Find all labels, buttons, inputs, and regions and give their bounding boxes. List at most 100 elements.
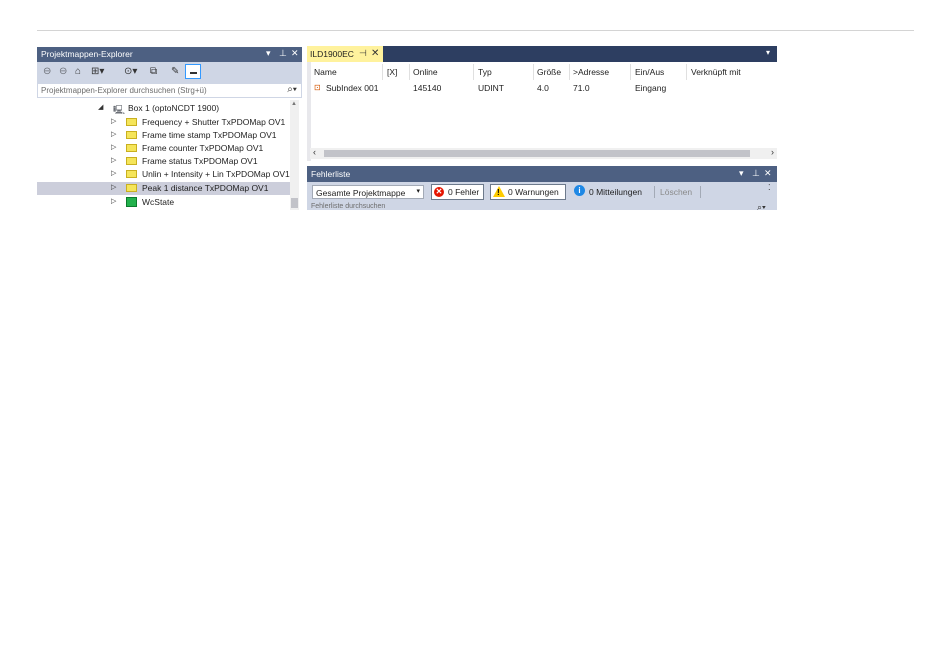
overflow-icon[interactable]: ⁚ bbox=[768, 183, 771, 192]
preview-bar bbox=[190, 72, 197, 74]
expand-arrow-icon[interactable]: ▷ bbox=[111, 169, 116, 177]
expand-arrow-icon[interactable]: ▷ bbox=[111, 197, 116, 205]
switch-views-icon[interactable]: ⊞▾ bbox=[91, 66, 104, 77]
scroll-right-icon[interactable]: › bbox=[771, 147, 774, 157]
close-icon[interactable]: ✕ bbox=[371, 48, 379, 59]
column-separator bbox=[382, 64, 383, 80]
table-cell-name[interactable]: SubIndex 001 bbox=[326, 83, 378, 93]
error-icon: ✕ bbox=[434, 187, 444, 197]
close-icon[interactable]: ✕ bbox=[764, 168, 772, 179]
tree-item-label: WcState bbox=[142, 197, 175, 207]
search-input[interactable]: Projektmappen-Explorer durchsuchen (Strg… bbox=[41, 86, 207, 95]
home-icon[interactable]: ⌂ bbox=[75, 66, 81, 77]
pin-icon[interactable]: ⊥ bbox=[279, 48, 287, 59]
tree-item-frequency-shutter[interactable]: ▷ Frequency + Shutter TxPDOMap OV1 bbox=[37, 116, 290, 129]
tree-item-frame-counter[interactable]: ▷ Frame counter TxPDOMap OV1 bbox=[37, 142, 290, 155]
tab-label: ILD1900EC bbox=[310, 49, 354, 59]
search-icon[interactable]: ⌕▾ bbox=[757, 202, 766, 210]
column-header-groesse[interactable]: Größe bbox=[537, 67, 561, 77]
tree-item-frame-time-stamp[interactable]: ▷ Frame time stamp TxPDOMap OV1 bbox=[37, 129, 290, 142]
tree-item-frame-status[interactable]: ▷ Frame status TxPDOMap OV1 bbox=[37, 155, 290, 168]
column-header-online[interactable]: Online bbox=[413, 67, 438, 77]
horizontal-scrollbar[interactable]: ‹ › bbox=[310, 147, 777, 159]
tree-item-box1[interactable]: ◢ 🖳 Box 1 (optoNCDT 1900) bbox=[37, 102, 290, 115]
solution-explorer-toolbar: ⊖ ⊖ ⌂ ⊞▾ ⊙▾ ⧉ ✎ bbox=[37, 62, 302, 83]
column-header-x[interactable]: [X] bbox=[387, 67, 397, 77]
collapse-all-icon[interactable]: ⧉ bbox=[150, 66, 157, 77]
folder-icon bbox=[126, 118, 137, 126]
solution-explorer-titlebar: Projektmappen-Explorer ▾ ⊥ ✕ bbox=[37, 47, 302, 62]
expand-arrow-icon[interactable]: ▷ bbox=[111, 117, 116, 125]
column-header-typ[interactable]: Typ bbox=[478, 67, 492, 77]
folder-icon bbox=[126, 144, 137, 152]
scroll-left-icon[interactable]: ‹ bbox=[313, 147, 316, 157]
folder-icon bbox=[126, 184, 137, 192]
pin-icon[interactable]: ⊥ bbox=[752, 168, 760, 179]
solution-explorer-title: Projektmappen-Explorer bbox=[41, 49, 133, 59]
scrollbar-thumb[interactable] bbox=[324, 150, 750, 157]
chevron-down-icon: ▾ bbox=[416, 188, 420, 195]
tree-item-peak1-distance[interactable]: ▷ Peak 1 distance TxPDOMap OV1 bbox=[37, 182, 290, 195]
solution-explorer-search[interactable]: Projektmappen-Explorer durchsuchen (Strg… bbox=[37, 83, 302, 98]
tree-item-label: Frame status TxPDOMap OV1 bbox=[142, 156, 258, 166]
preview-icon[interactable] bbox=[185, 64, 201, 79]
tab-ild1900ec[interactable]: ILD1900EC ⊣ ✕ bbox=[307, 46, 383, 62]
scroll-up-icon[interactable]: ▲ bbox=[291, 101, 297, 107]
pin-icon[interactable]: ⊣ bbox=[359, 48, 367, 59]
close-icon[interactable]: ✕ bbox=[291, 48, 299, 59]
table-cell-typ: UDINT bbox=[478, 83, 504, 93]
tree-item-label: Frame counter TxPDOMap OV1 bbox=[142, 143, 264, 153]
collapse-arrow-icon[interactable]: ◢ bbox=[98, 103, 103, 111]
input-variable-icon: ⊡ bbox=[314, 83, 321, 92]
column-header-name[interactable]: Name bbox=[314, 67, 337, 77]
scope-filter-dropdown[interactable]: Gesamte Projektmappe ▾ bbox=[312, 185, 424, 199]
toolbar-separator bbox=[654, 186, 655, 198]
expand-arrow-icon[interactable]: ▷ bbox=[111, 130, 116, 138]
wcstate-icon bbox=[126, 197, 137, 207]
column-header-adresse[interactable]: >Adresse bbox=[573, 67, 609, 77]
column-separator bbox=[630, 64, 631, 80]
errors-filter-button[interactable]: ✕ 0 Fehler bbox=[431, 184, 484, 200]
properties-icon[interactable]: ✎ bbox=[171, 66, 179, 77]
tree-item-wcstate[interactable]: ▷ WcState bbox=[37, 196, 290, 209]
table-cell-adresse: 71.0 bbox=[573, 83, 590, 93]
error-list-titlebar: Fehlerliste ▾ ⊥ ✕ bbox=[307, 166, 777, 182]
column-separator bbox=[409, 64, 410, 80]
tree-item-label: Peak 1 distance TxPDOMap OV1 bbox=[142, 183, 269, 193]
pending-changes-icon[interactable]: ⊙▾ bbox=[124, 66, 137, 77]
tab-dropdown-icon[interactable]: ▾ bbox=[766, 48, 770, 57]
forward-icon[interactable]: ⊖ bbox=[59, 66, 67, 77]
top-divider bbox=[37, 30, 914, 31]
variable-grid: Name [X] Online Typ Größe >Adresse Ein/A… bbox=[307, 62, 777, 161]
messages-filter-button[interactable]: 0 Mitteilungen bbox=[589, 187, 642, 197]
expand-arrow-icon[interactable]: ▷ bbox=[111, 143, 116, 151]
column-header-verknuepft[interactable]: Verknüpft mit bbox=[691, 67, 741, 77]
error-search-input[interactable]: Fehlerliste durchsuchen bbox=[311, 203, 385, 210]
table-cell-online: 145140 bbox=[413, 83, 442, 93]
column-separator bbox=[473, 64, 474, 80]
tree-item-unlin-intensity-lin[interactable]: ▷ Unlin + Intensity + Lin TxPDOMap OV1 bbox=[37, 168, 290, 181]
warnings-filter-button[interactable]: ! 0 Warnungen bbox=[490, 184, 566, 200]
window-dropdown-icon[interactable]: ▾ bbox=[739, 168, 744, 179]
error-list-toolbar: Gesamte Projektmappe ▾ ✕ 0 Fehler ! 0 Wa… bbox=[307, 182, 777, 210]
toolbar-separator bbox=[700, 186, 701, 198]
folder-icon bbox=[126, 170, 137, 178]
column-separator bbox=[569, 64, 570, 80]
window-dropdown-icon[interactable]: ▾ bbox=[266, 48, 271, 59]
table-cell-groesse: 4.0 bbox=[537, 83, 549, 93]
scrollbar-thumb[interactable] bbox=[291, 198, 298, 208]
tree-item-label: Frame time stamp TxPDOMap OV1 bbox=[142, 130, 277, 140]
expand-arrow-icon[interactable]: ▷ bbox=[111, 156, 116, 164]
clear-button[interactable]: Löschen bbox=[660, 187, 692, 197]
errors-label: 0 Fehler bbox=[448, 187, 480, 197]
table-cell-einaus: Eingang bbox=[635, 83, 667, 93]
info-icon[interactable]: i bbox=[574, 185, 585, 196]
tree-scrollbar[interactable]: ▲ bbox=[290, 100, 299, 210]
column-header-einaus[interactable]: Ein/Aus bbox=[635, 67, 664, 77]
column-separator bbox=[686, 64, 687, 80]
solution-explorer-tree: ◢ 🖳 Box 1 (optoNCDT 1900) ▷ Frequency + … bbox=[37, 98, 302, 210]
search-icon[interactable]: ⌕▾ bbox=[287, 84, 297, 95]
warning-icon: ! bbox=[493, 186, 505, 197]
back-icon[interactable]: ⊖ bbox=[43, 66, 51, 77]
expand-arrow-icon[interactable]: ▷ bbox=[111, 183, 116, 191]
